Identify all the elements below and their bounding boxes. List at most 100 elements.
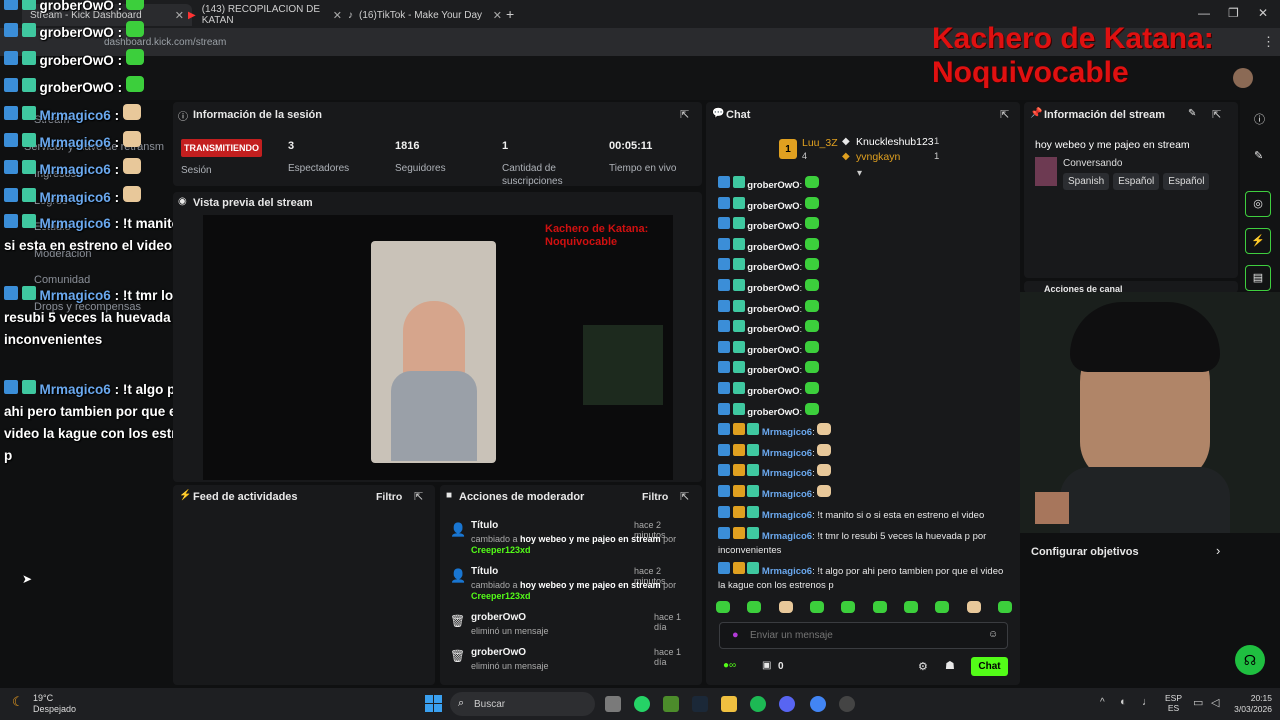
- obs-icon[interactable]: [839, 696, 855, 712]
- chat-username[interactable]: Mrmagico6: [762, 531, 812, 542]
- chat-username[interactable]: Mrmagico6: [762, 468, 812, 479]
- popout-icon[interactable]: ⇱: [414, 490, 423, 503]
- chat-username[interactable]: groberOwO: [747, 365, 799, 376]
- windows-start-icon[interactable]: [425, 695, 442, 712]
- task-view-icon[interactable]: [605, 696, 621, 712]
- popout-icon[interactable]: ⇱: [680, 490, 689, 503]
- emote-icon[interactable]: [966, 601, 981, 613]
- chat-message-text: :: [799, 283, 803, 294]
- emote-icon[interactable]: [778, 601, 793, 613]
- chat-message: groberOwO:: [718, 361, 1008, 378]
- hair-image: [1070, 302, 1220, 372]
- emote-icon[interactable]: [872, 601, 887, 613]
- volume-icon[interactable]: ◁: [1211, 696, 1219, 709]
- popout-icon[interactable]: ⇱: [1212, 108, 1221, 121]
- sub-badge-icon: [21, 0, 36, 10]
- weather-widget[interactable]: 19°C Despejado: [33, 693, 76, 715]
- chat-username[interactable]: groberOwO: [747, 242, 799, 253]
- chat-username[interactable]: groberOwO: [747, 324, 799, 335]
- chat-input[interactable]: [750, 627, 980, 644]
- camera-icon[interactable]: ◎: [1245, 191, 1271, 217]
- new-tab-button[interactable]: +: [506, 6, 514, 22]
- send-chat-button[interactable]: Chat: [971, 657, 1008, 676]
- taskbar-search[interactable]: ⌕ Buscar: [450, 692, 595, 716]
- chat-username[interactable]: Mrmagico6: [762, 510, 812, 521]
- points-icon[interactable]: ●∞: [723, 660, 736, 671]
- leaderboard-name[interactable]: yvngkayn: [856, 151, 900, 163]
- chat-username[interactable]: Mrmagico6: [762, 448, 812, 459]
- settings-icon[interactable]: ⚙: [918, 660, 928, 673]
- store-icon[interactable]: ▣: [762, 660, 771, 671]
- chrome-icon[interactable]: [810, 696, 826, 712]
- network-icon[interactable]: ▭: [1193, 696, 1203, 709]
- gift-icon: ◆: [842, 151, 850, 162]
- chat-username[interactable]: groberOwO: [747, 201, 799, 212]
- chat-username[interactable]: Mrmagico6: [762, 489, 812, 500]
- chat-username[interactable]: groberOwO: [747, 407, 799, 418]
- chat-username[interactable]: Mrmagico6: [762, 566, 812, 577]
- emote-icon[interactable]: [716, 601, 730, 613]
- edit-icon[interactable]: ✎: [1254, 149, 1263, 162]
- goals-row[interactable]: Configurar objetivos ›: [1024, 538, 1238, 564]
- verified-badge-icon: [718, 561, 730, 574]
- chat-username[interactable]: groberOwO: [747, 304, 799, 315]
- emote-icon[interactable]: [903, 601, 918, 613]
- emote-icon[interactable]: [747, 601, 762, 613]
- emote-icon[interactable]: [809, 601, 824, 613]
- emote-icon[interactable]: [935, 601, 950, 613]
- sub-badge-icon: [732, 196, 745, 209]
- microphone-icon[interactable]: ♩: [1142, 696, 1153, 708]
- sub-badge-icon: [747, 561, 760, 574]
- emote-icon[interactable]: [997, 601, 1012, 613]
- mod-item-desc: cambiado a hoy webeo y me pajeo en strea…: [471, 534, 691, 556]
- steam-icon[interactable]: [692, 696, 708, 712]
- language-indicator[interactable]: ESP ES: [1165, 693, 1182, 713]
- close-icon[interactable]: ✕: [493, 9, 502, 22]
- info-icon[interactable]: ⓘ: [1254, 111, 1265, 127]
- clock[interactable]: 20:15 3/03/2026: [1232, 693, 1272, 715]
- chat-message-text: :: [799, 324, 803, 336]
- discord-icon[interactable]: [779, 696, 795, 712]
- mod-item-desc: eliminó un mensaje: [471, 626, 549, 636]
- file-explorer-icon[interactable]: [721, 696, 737, 712]
- tray-chevron-icon[interactable]: ^: [1100, 697, 1105, 708]
- activity-filter-button[interactable]: Filtro: [376, 491, 402, 503]
- tray-app-icon[interactable]: ◐: [1120, 696, 1127, 708]
- mod-item-user[interactable]: Creeper123xd: [471, 545, 531, 555]
- mod-item-title: Título: [471, 520, 499, 531]
- chat-username[interactable]: groberOwO: [747, 386, 799, 397]
- chat-username[interactable]: groberOwO: [747, 262, 799, 273]
- chat-username[interactable]: groberOwO: [747, 345, 799, 356]
- browser-menu-icon[interactable]: ⋮: [1262, 34, 1275, 50]
- leaderboard-name[interactable]: Luu_3Z: [802, 137, 838, 149]
- users-icon[interactable]: ☗: [945, 659, 955, 672]
- verified-badge-icon: [718, 443, 730, 456]
- chat-username[interactable]: groberOwO: [747, 283, 799, 294]
- chat-username[interactable]: groberOwO: [747, 180, 799, 191]
- minimize-icon[interactable]: —: [1198, 6, 1210, 20]
- clipboard-icon[interactable]: ▤: [1245, 265, 1271, 291]
- mod-item-user[interactable]: Creeper123xd: [471, 591, 531, 601]
- maximize-icon[interactable]: ❐: [1228, 6, 1239, 20]
- minecraft-icon[interactable]: [663, 696, 679, 712]
- emote-icon[interactable]: [841, 601, 856, 613]
- chat-username[interactable]: groberOwO: [747, 221, 799, 232]
- preview-overlay-title: Kachero de Katana: Noquivocable: [545, 223, 648, 249]
- edit-icon[interactable]: ✎: [1188, 108, 1196, 119]
- sidebar-item-comunidad[interactable]: Comunidad: [34, 274, 90, 286]
- bolt-icon[interactable]: ⚡: [1245, 228, 1271, 254]
- chat-username[interactable]: Mrmagico6: [762, 427, 812, 438]
- stream-preview-video[interactable]: Kachero de Katana: Noquivocable: [203, 215, 673, 480]
- emoji-icon[interactable]: ☺: [988, 629, 998, 640]
- tab-tiktok[interactable]: ♪ (16)TikTok - Make Your Day ✕: [340, 4, 510, 26]
- close-window-icon[interactable]: ✕: [1258, 6, 1268, 20]
- support-icon[interactable]: ☊: [1235, 645, 1265, 675]
- spotify-icon[interactable]: [750, 696, 766, 712]
- popout-icon[interactable]: ⇱: [680, 108, 689, 121]
- modactions-filter-button[interactable]: Filtro: [642, 491, 668, 503]
- lang1: ESP: [1165, 693, 1183, 703]
- avatar[interactable]: [1233, 68, 1253, 88]
- leaderboard-name[interactable]: Knuckleshub123: [856, 136, 934, 148]
- whatsapp-icon[interactable]: [634, 696, 650, 712]
- popout-icon[interactable]: ⇱: [1000, 108, 1009, 121]
